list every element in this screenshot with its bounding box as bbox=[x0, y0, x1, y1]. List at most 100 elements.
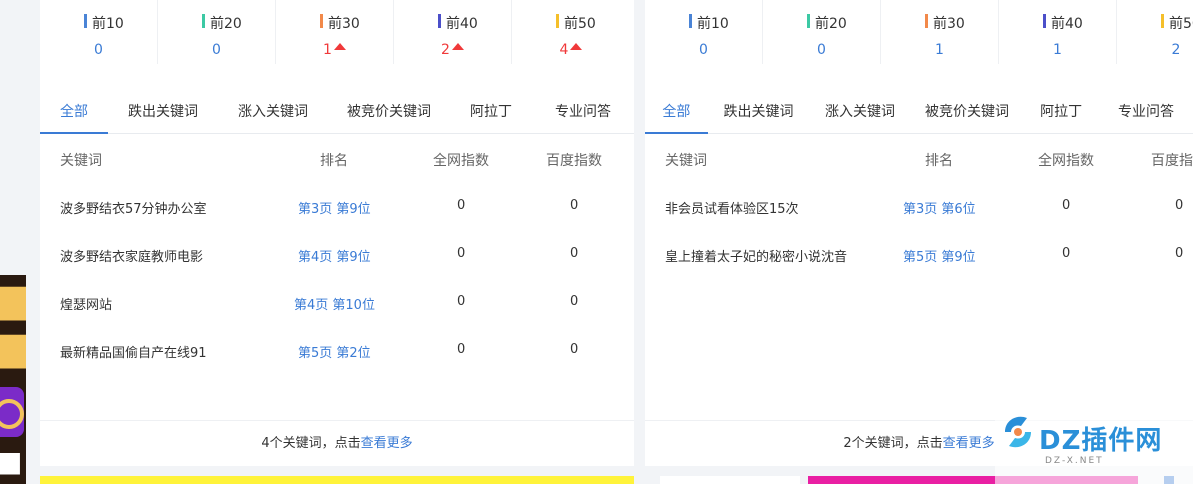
col-rank: 排名 bbox=[925, 153, 953, 169]
stat-value-up[interactable]: 1 bbox=[276, 42, 393, 58]
stat-value-up[interactable]: 4 bbox=[512, 42, 630, 58]
footer-text: 4个关键词，点击 bbox=[261, 436, 361, 451]
baidu-index-cell: 0 bbox=[570, 294, 579, 309]
col-all-index: 全网指数 bbox=[433, 153, 489, 169]
table-row: 波多野结衣家庭教师电影 第4页 第9位 0 0 bbox=[40, 246, 634, 266]
stat-top30: 前30 1 bbox=[276, 0, 394, 64]
side-ad-fragment[interactable]: ■ ■ ■ bbox=[0, 275, 26, 484]
tab-all[interactable]: 全部 bbox=[40, 90, 108, 134]
stat-top20: 前20 0 bbox=[763, 0, 881, 64]
watermark-title: DZ插件网 bbox=[1039, 426, 1163, 456]
stat-value[interactable]: 0 bbox=[158, 42, 275, 58]
stat-value[interactable]: 2 bbox=[1117, 42, 1193, 58]
all-index-cell: 0 bbox=[457, 246, 466, 261]
tab-all[interactable]: 全部 bbox=[645, 90, 708, 134]
tab-qa[interactable]: 专业问答 bbox=[1099, 90, 1193, 134]
dz-logo-icon bbox=[1005, 416, 1031, 448]
stat-label: 前10 bbox=[689, 13, 729, 33]
tab-rising[interactable]: 涨入关键词 bbox=[218, 90, 328, 134]
all-index-cell: 0 bbox=[457, 342, 466, 357]
watermark-subtitle: DZ-X.NET bbox=[1045, 456, 1104, 466]
stat-number: 2 bbox=[441, 42, 450, 58]
stat-top50: 前50 4 bbox=[512, 0, 630, 64]
baidu-index-cell: 0 bbox=[1175, 246, 1184, 261]
stat-label: 前30 bbox=[925, 13, 965, 33]
table-row: 波多野结衣57分钟办公室 第3页 第9位 0 0 bbox=[40, 198, 634, 218]
stat-top30: 前30 1 bbox=[881, 0, 999, 64]
keyword-cell: 煌瑟网站 bbox=[60, 298, 113, 313]
stat-label: 前50 bbox=[1161, 13, 1193, 33]
rank-stats: 前10 0 前20 0 前30 1 前40 2 前50 4 bbox=[40, 0, 630, 72]
col-keyword: 关键词 bbox=[665, 153, 707, 169]
rank-link[interactable]: 第5页 第9位 bbox=[903, 246, 976, 265]
stat-number: 1 bbox=[323, 42, 332, 58]
tab-dropped[interactable]: 跌出关键词 bbox=[108, 90, 218, 134]
stat-top10: 前10 0 bbox=[645, 0, 763, 64]
keyword-cell: 皇上撞着太子妃的秘密小说沈音 bbox=[665, 250, 848, 265]
stat-value[interactable]: 0 bbox=[763, 42, 880, 58]
stat-value[interactable]: 1 bbox=[881, 42, 998, 58]
stat-label: 前30 bbox=[320, 13, 360, 33]
stat-label: 前20 bbox=[202, 13, 242, 33]
stat-label: 前20 bbox=[807, 13, 847, 33]
keyword-cell: 波多野结衣57分钟办公室 bbox=[60, 202, 207, 217]
stat-label: 前50 bbox=[556, 13, 596, 33]
baidu-index-cell: 0 bbox=[570, 198, 579, 213]
table-row: 煌瑟网站 第4页 第10位 0 0 bbox=[40, 294, 634, 314]
keyword-tabs: 全部 跌出关键词 涨入关键词 被竞价关键词 阿拉丁 专业问答 bbox=[40, 90, 634, 134]
view-more-link[interactable]: 查看更多 bbox=[943, 436, 995, 451]
stat-top10: 前10 0 bbox=[40, 0, 158, 64]
ad-glyph: ■ bbox=[0, 445, 23, 478]
tab-bid[interactable]: 被竞价关键词 bbox=[911, 90, 1024, 134]
tab-qa[interactable]: 专业问答 bbox=[532, 90, 634, 134]
stat-top40: 前40 1 bbox=[999, 0, 1117, 64]
stat-value-up[interactable]: 2 bbox=[394, 42, 511, 58]
stat-number: 4 bbox=[559, 42, 569, 58]
rank-stats: 前10 0 前20 0 前30 1 前40 1 前50 2 bbox=[645, 0, 1193, 72]
tab-bid[interactable]: 被竞价关键词 bbox=[328, 90, 450, 134]
keyword-cell: 波多野结衣家庭教师电影 bbox=[60, 250, 204, 265]
ad-strip[interactable] bbox=[40, 476, 634, 484]
ad-badge-icon bbox=[0, 387, 24, 437]
ad-strip[interactable] bbox=[660, 476, 800, 484]
view-more-link[interactable]: 查看更多 bbox=[361, 436, 413, 451]
baidu-index-cell: 0 bbox=[570, 342, 579, 357]
tab-aladdin[interactable]: 阿拉丁 bbox=[1023, 90, 1099, 134]
table-row: 最新精品国偷自产在线91 第5页 第2位 0 0 bbox=[40, 342, 634, 362]
table-header: 关键词 排名 全网指数 百度指数 bbox=[40, 150, 634, 169]
baidu-index-cell: 0 bbox=[1175, 198, 1184, 213]
tab-rising[interactable]: 涨入关键词 bbox=[809, 90, 910, 134]
tab-aladdin[interactable]: 阿拉丁 bbox=[450, 90, 532, 134]
all-index-cell: 0 bbox=[457, 294, 466, 309]
stat-top50: 前50 2 bbox=[1117, 0, 1193, 64]
rank-link[interactable]: 第3页 第9位 bbox=[298, 198, 371, 217]
ad-glyph: ■ bbox=[0, 323, 26, 374]
tab-dropped[interactable]: 跌出关键词 bbox=[708, 90, 809, 134]
keyword-panel-left: 前10 0 前20 0 前30 1 前40 2 前50 4 全部 跌出关键词 涨… bbox=[40, 0, 634, 466]
rank-link[interactable]: 第4页 第10位 bbox=[294, 294, 375, 313]
stat-value[interactable]: 1 bbox=[999, 42, 1116, 58]
stat-label: 前40 bbox=[438, 13, 478, 33]
col-baidu-index: 百度指数 bbox=[546, 153, 602, 169]
table-footer: 4个关键词，点击查看更多 bbox=[40, 420, 634, 466]
stat-top40: 前40 2 bbox=[394, 0, 512, 64]
rank-link[interactable]: 第5页 第2位 bbox=[298, 342, 371, 361]
keyword-tabs: 全部 跌出关键词 涨入关键词 被竞价关键词 阿拉丁 专业问答 bbox=[645, 90, 1193, 134]
stat-label: 前40 bbox=[1043, 13, 1083, 33]
table-header: 关键词 排名 全网指数 百度指数 bbox=[645, 150, 1193, 169]
keyword-panel-right: 前10 0 前20 0 前30 1 前40 1 前50 2 全部 跌出关键词 涨… bbox=[645, 0, 1193, 466]
rank-link[interactable]: 第4页 第9位 bbox=[298, 246, 371, 265]
col-baidu-index: 百度指数 bbox=[1151, 153, 1193, 169]
stat-value[interactable]: 0 bbox=[40, 42, 157, 58]
col-rank: 排名 bbox=[320, 153, 348, 169]
stat-value[interactable]: 0 bbox=[645, 42, 762, 58]
all-index-cell: 0 bbox=[457, 198, 466, 213]
keyword-cell: 最新精品国偷自产在线91 bbox=[60, 346, 207, 361]
keyword-cell: 非会员试看体验区15次 bbox=[665, 202, 799, 217]
footer-text: 2个关键词，点击 bbox=[843, 436, 943, 451]
rank-link[interactable]: 第3页 第6位 bbox=[903, 198, 976, 217]
ad-glyph: ■ bbox=[0, 275, 26, 326]
stat-top20: 前20 0 bbox=[158, 0, 276, 64]
watermark-logo: DZ插件网 DZ-X.NET bbox=[995, 400, 1193, 484]
all-index-cell: 0 bbox=[1062, 246, 1071, 261]
